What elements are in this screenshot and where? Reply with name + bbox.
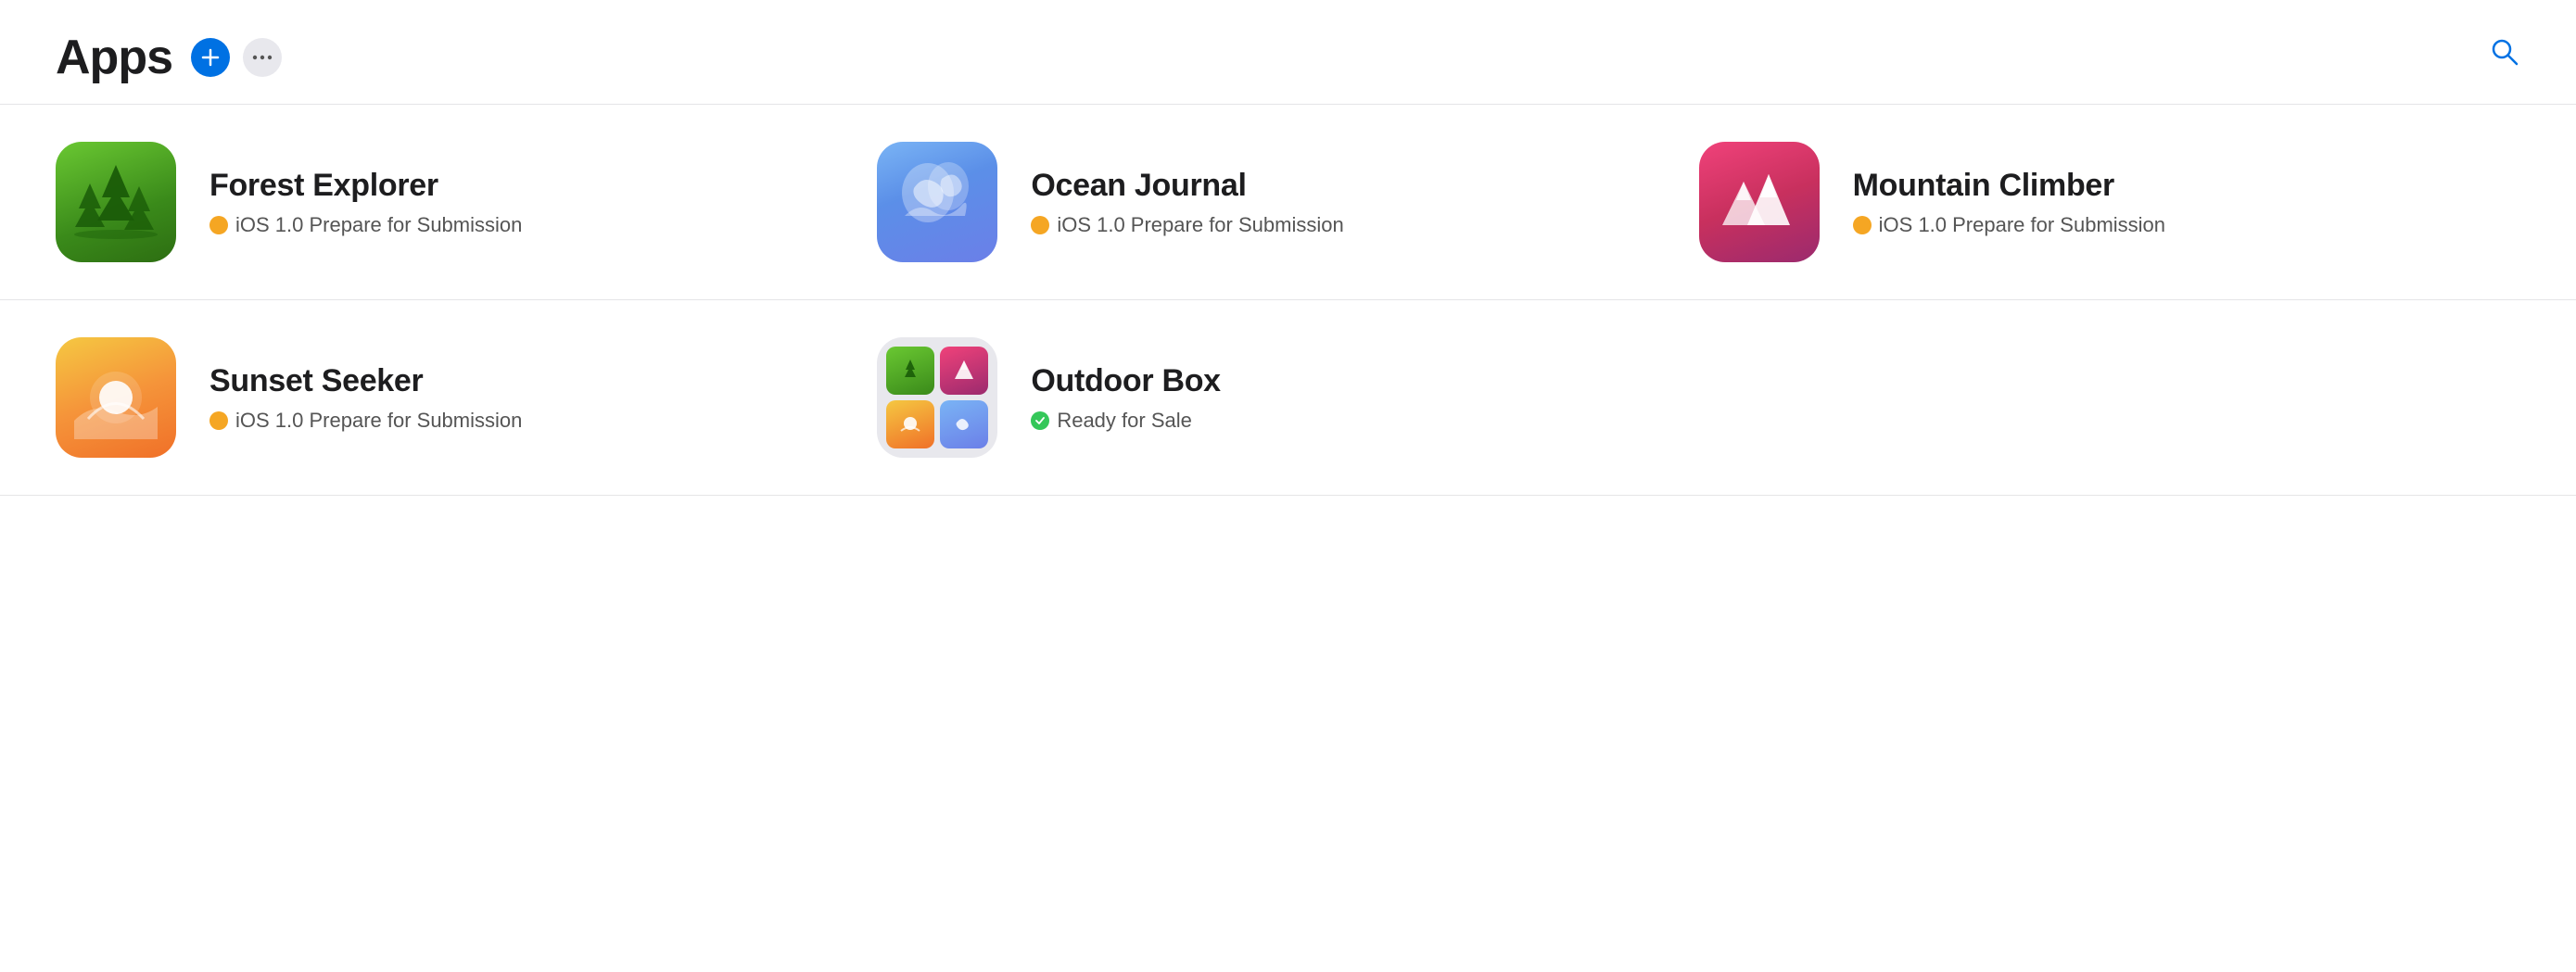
app-item-ocean-journal[interactable]: Ocean Journal iOS 1.0 Prepare for Submis… (877, 142, 1698, 262)
app-status-forest-explorer: iOS 1.0 Prepare for Submission (209, 213, 522, 237)
header: Apps (0, 0, 2576, 105)
mountain-climber-icon-graphic (1718, 165, 1801, 239)
app-name-forest-explorer: Forest Explorer (209, 168, 522, 204)
app-item-outdoor-box[interactable]: Outdoor Box Ready for Sale (877, 337, 1698, 458)
app-icon-mountain-climber (1699, 142, 1820, 262)
app-icon-forest-explorer (56, 142, 176, 262)
box-cell-ocean (940, 400, 988, 448)
add-app-button[interactable] (191, 38, 230, 77)
forest-explorer-icon-graphic (70, 160, 162, 244)
app-status-text-forest-explorer: iOS 1.0 Prepare for Submission (235, 213, 522, 237)
app-info-ocean-journal: Ocean Journal iOS 1.0 Prepare for Submis… (1031, 168, 1343, 237)
app-name-sunset-seeker: Sunset Seeker (209, 363, 522, 399)
app-status-mountain-climber: iOS 1.0 Prepare for Submission (1853, 213, 2165, 237)
app-info-forest-explorer: Forest Explorer iOS 1.0 Prepare for Subm… (209, 168, 522, 237)
plus-icon (200, 47, 221, 68)
app-item-sunset-seeker[interactable]: Sunset Seeker iOS 1.0 Prepare for Submis… (56, 337, 877, 458)
search-icon (2489, 36, 2520, 68)
status-dot-forest-explorer (209, 216, 228, 234)
ellipsis-icon (252, 53, 273, 62)
status-dot-ocean-journal (1031, 216, 1049, 234)
box-cell-forest (886, 347, 934, 395)
box-ocean-mini-icon (950, 410, 978, 438)
app-icon-sunset-seeker (56, 337, 176, 458)
app-status-sunset-seeker: iOS 1.0 Prepare for Submission (209, 409, 522, 433)
app-status-outdoor-box: Ready for Sale (1031, 409, 1220, 433)
status-dot-mountain-climber (1853, 216, 1872, 234)
app-icon-outdoor-box (877, 337, 997, 458)
app-status-text-outdoor-box: Ready for Sale (1057, 409, 1192, 433)
box-cell-sunset (886, 400, 934, 448)
box-sunset-mini-icon (896, 410, 924, 438)
app-name-ocean-journal: Ocean Journal (1031, 168, 1343, 204)
sunset-seeker-icon-graphic (70, 356, 162, 439)
app-icon-ocean-journal (877, 142, 997, 262)
app-status-text-sunset-seeker: iOS 1.0 Prepare for Submission (235, 409, 522, 433)
app-name-outdoor-box: Outdoor Box (1031, 363, 1220, 399)
app-name-mountain-climber: Mountain Climber (1853, 168, 2165, 204)
app-item-forest-explorer[interactable]: Forest Explorer iOS 1.0 Prepare for Subm… (56, 142, 877, 262)
status-dot-outdoor-box (1031, 411, 1049, 430)
search-button[interactable] (2489, 36, 2520, 68)
more-options-button[interactable] (243, 38, 282, 77)
apps-grid: Forest Explorer iOS 1.0 Prepare for Subm… (0, 105, 2576, 496)
app-info-sunset-seeker: Sunset Seeker iOS 1.0 Prepare for Submis… (209, 363, 522, 433)
apps-row-1: Forest Explorer iOS 1.0 Prepare for Subm… (0, 105, 2576, 300)
ocean-journal-icon-graphic (891, 160, 983, 244)
app-info-outdoor-box: Outdoor Box Ready for Sale (1031, 363, 1220, 433)
app-status-text-mountain-climber: iOS 1.0 Prepare for Submission (1879, 213, 2165, 237)
box-mountain-mini-icon (950, 357, 978, 385)
app-item-mountain-climber[interactable]: Mountain Climber iOS 1.0 Prepare for Sub… (1699, 142, 2520, 262)
box-cell-mountain (940, 347, 988, 395)
box-forest-mini-icon (896, 357, 924, 385)
app-status-text-ocean-journal: iOS 1.0 Prepare for Submission (1057, 213, 1343, 237)
status-dot-sunset-seeker (209, 411, 228, 430)
app-info-mountain-climber: Mountain Climber iOS 1.0 Prepare for Sub… (1853, 168, 2165, 237)
checkmark-icon (1034, 415, 1046, 426)
apps-row-2: Sunset Seeker iOS 1.0 Prepare for Submis… (0, 300, 2576, 496)
page-title: Apps (56, 30, 172, 85)
app-status-ocean-journal: iOS 1.0 Prepare for Submission (1031, 213, 1343, 237)
